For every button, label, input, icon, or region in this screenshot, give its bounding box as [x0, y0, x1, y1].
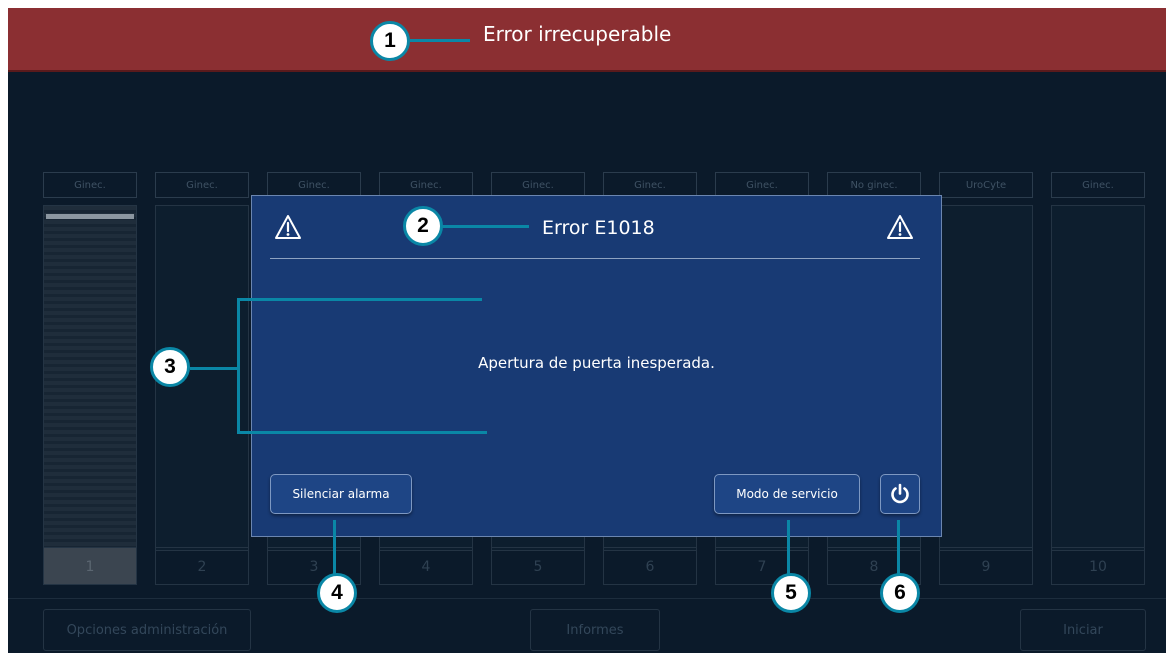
column-number-5[interactable]: 5 — [491, 547, 585, 585]
dialog-message: Apertura de puerta inesperada. — [478, 354, 715, 372]
column-number-6[interactable]: 6 — [603, 547, 697, 585]
service-mode-button[interactable]: Modo de servicio — [714, 474, 860, 514]
error-dialog: Error E1018 Apertura de puerta inesperad… — [251, 195, 942, 537]
power-icon — [891, 483, 909, 504]
start-button[interactable]: Iniciar — [1020, 609, 1146, 651]
callout-bracket-3-top — [237, 298, 482, 301]
column-number-9[interactable]: 9 — [939, 547, 1033, 585]
header-title: Error irrecuperable — [483, 22, 672, 46]
callout-badge-1: 1 — [370, 21, 410, 61]
error-header: Error irrecuperable — [8, 8, 1166, 72]
warning-icon — [275, 215, 301, 239]
footer-divider — [8, 598, 1166, 599]
column-label-2: Ginec. — [155, 172, 249, 198]
callout-badge-6: 6 — [880, 573, 920, 613]
reports-button[interactable]: Informes — [530, 609, 660, 651]
column-number-10[interactable]: 10 — [1051, 547, 1145, 585]
warning-icon — [887, 215, 913, 239]
callout-line-5 — [787, 520, 790, 576]
power-button[interactable] — [880, 474, 920, 514]
admin-options-button[interactable]: Opciones administración — [43, 609, 251, 651]
column-number-4[interactable]: 4 — [379, 547, 473, 585]
column-label-10: Ginec. — [1051, 172, 1145, 198]
column-number-1[interactable]: 1 — [43, 547, 137, 585]
callout-badge-5: 5 — [771, 573, 811, 613]
callout-line-6 — [897, 520, 900, 576]
callout-bracket-3 — [237, 298, 240, 434]
callout-bracket-3-bottom — [237, 431, 487, 434]
callout-line-4 — [333, 520, 336, 576]
callout-line-2 — [441, 225, 529, 228]
callout-line-1 — [410, 39, 470, 42]
app-screen: Error irrecuperable Ginec. Ginec. Ginec.… — [8, 8, 1166, 653]
dialog-title: Error E1018 — [542, 217, 655, 239]
column-slot-10[interactable] — [1051, 205, 1145, 551]
column-label-1: Ginec. — [43, 172, 137, 198]
callout-badge-3: 3 — [150, 347, 190, 387]
column-number-2[interactable]: 2 — [155, 547, 249, 585]
column-slot-1[interactable] — [43, 205, 137, 551]
callout-badge-4: 4 — [317, 573, 357, 613]
silence-alarm-button[interactable]: Silenciar alarma — [270, 474, 412, 514]
column-slot-indicator — [46, 214, 134, 219]
column-slot-9[interactable] — [939, 205, 1033, 551]
callout-badge-2: 2 — [403, 206, 443, 246]
dialog-divider — [270, 258, 920, 259]
callout-line-3 — [190, 367, 240, 370]
column-label-9: UroCyte — [939, 172, 1033, 198]
